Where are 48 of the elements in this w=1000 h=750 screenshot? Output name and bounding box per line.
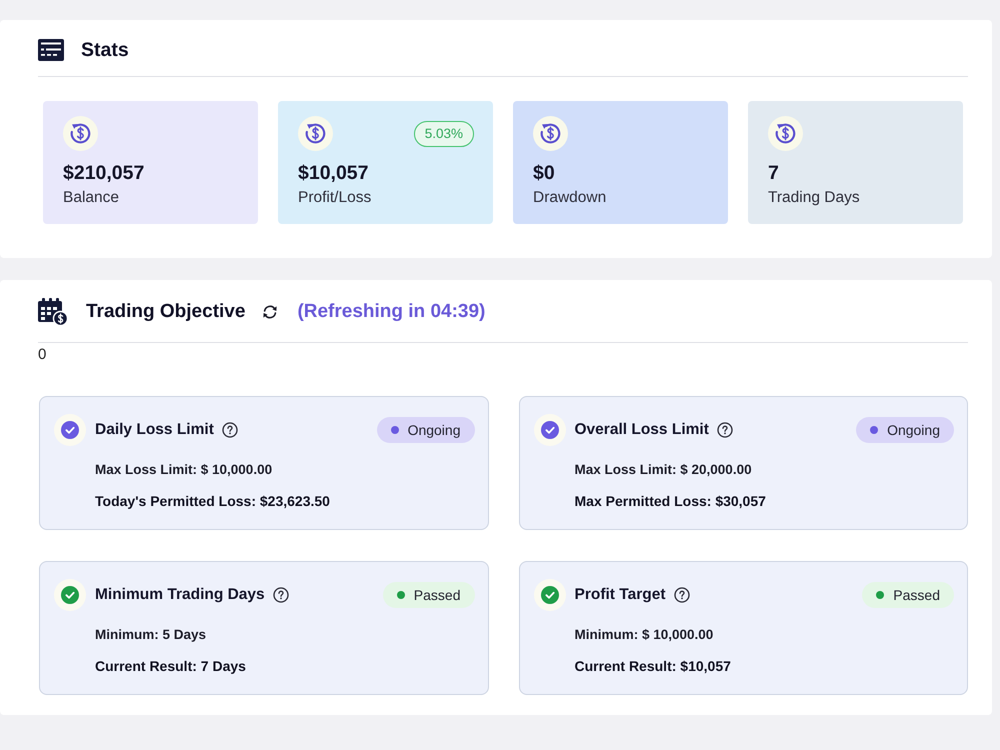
result-text: Max Permitted Loss: $30,057 (574, 492, 767, 511)
objective-title: Profit Target (574, 585, 666, 605)
section-title: Stats (81, 38, 129, 62)
requirement-text: Max Loss Limit: $ 10,000.00 (95, 461, 274, 479)
refresh-countdown: (Refreshing in 04:39) (297, 300, 486, 324)
section-title: Trading Objective (86, 300, 246, 324)
objective-title: Overall Loss Limit (574, 420, 709, 440)
status-badge: Passed (382, 582, 474, 608)
status-dot-icon (396, 591, 405, 599)
stat-value: $0 (533, 161, 556, 185)
dollar-cycle-icon (298, 116, 333, 151)
check-icon (54, 579, 86, 611)
check-icon (54, 414, 86, 446)
result-text: Current Result: $10,057 (574, 657, 732, 676)
stat-label: Balance (63, 188, 120, 208)
help-icon[interactable] (272, 587, 289, 603)
objective-title: Daily Loss Limit (95, 420, 214, 440)
status-dot-icon (390, 426, 399, 434)
requirement-text: Max Loss Limit: $ 20,000.00 (574, 461, 753, 479)
result-text: Current Result: 7 Days (95, 657, 247, 676)
stat-label: Trading Days (768, 188, 861, 208)
stat-value: $10,057 (298, 161, 370, 185)
count-text: 0 (38, 346, 46, 364)
result-text: Today's Permitted Loss: $23,623.50 (95, 492, 331, 511)
stat-label: Drawdown (533, 188, 608, 208)
requirement-text: Minimum: 5 Days (95, 626, 208, 644)
percent-badge: 5.03% (414, 120, 474, 146)
calendar-dollar-icon (38, 298, 68, 326)
status-dot-icon (876, 591, 884, 599)
stat-value: 7 (768, 161, 780, 185)
dollar-cycle-icon (533, 116, 568, 151)
dollar-cycle-icon (768, 116, 803, 151)
check-icon (534, 414, 566, 446)
help-icon[interactable] (222, 422, 238, 438)
stat-label: Profit/Loss (298, 188, 372, 208)
status-badge: Ongoing (856, 417, 954, 443)
requirement-text: Minimum: $ 10,000.00 (574, 626, 714, 644)
check-icon (534, 579, 566, 611)
help-icon[interactable] (716, 422, 733, 438)
dollar-cycle-icon (63, 116, 98, 151)
card-icon (38, 39, 64, 61)
objective-title: Minimum Trading Days (95, 585, 265, 605)
status-dot-icon (870, 426, 878, 434)
status-badge: Passed (862, 582, 954, 608)
refresh-icon[interactable] (261, 303, 280, 321)
help-icon[interactable] (674, 587, 690, 603)
status-badge: Ongoing (376, 417, 474, 443)
stat-value: $210,057 (63, 161, 146, 185)
